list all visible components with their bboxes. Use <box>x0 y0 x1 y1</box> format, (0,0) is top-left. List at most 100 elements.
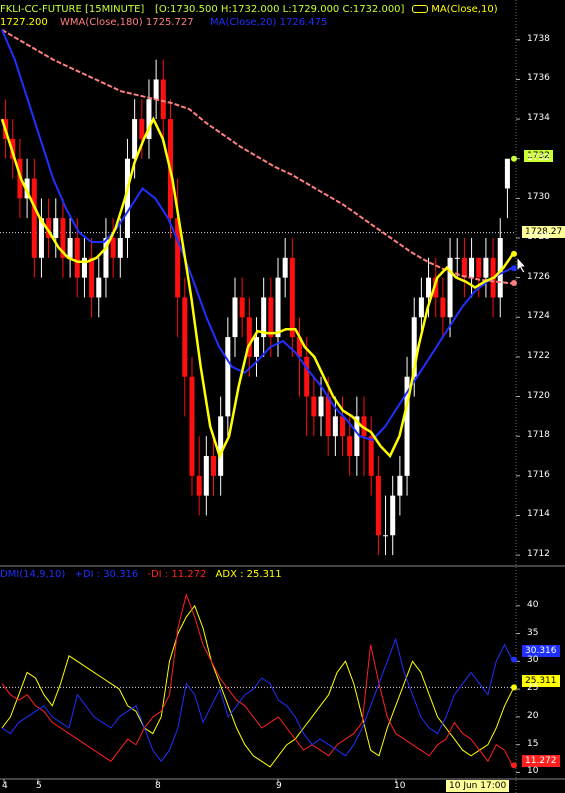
candle-body <box>225 337 231 417</box>
y-tick-label: 1732 <box>527 152 550 163</box>
pdi-end-marker <box>511 656 517 663</box>
candle-body <box>67 238 73 258</box>
wma180-end-marker <box>511 280 517 287</box>
y-tick-label: 1714 <box>527 509 550 520</box>
candle-body <box>390 495 396 536</box>
mdi-end-marker <box>511 762 517 769</box>
candle-body <box>318 396 324 417</box>
dmi-y-tick-label: 25 <box>527 683 539 694</box>
candle-body <box>397 475 403 496</box>
candle-body <box>426 277 432 298</box>
candle-body <box>110 238 116 258</box>
candle-body <box>454 257 460 259</box>
x-tick-label: 5 <box>36 781 42 791</box>
x-tick-label: 10 <box>394 781 406 791</box>
candle-body <box>311 396 317 417</box>
ma20-name: MA(Close,20) <box>210 17 277 28</box>
ma10-swatch-icon <box>412 5 428 13</box>
candle-body <box>340 416 346 437</box>
x-tick-label: 8 <box>155 781 161 791</box>
candle-body <box>368 436 374 476</box>
y-tick-label: 1726 <box>527 271 550 282</box>
ma10-value: 1727.200 <box>0 17 48 28</box>
ohlc-label: [O:1730.500 H:1732.000 L:1729.000 C:1732… <box>155 4 405 15</box>
candle-body <box>239 297 245 318</box>
candle-body <box>447 257 453 318</box>
candle-body <box>153 79 159 100</box>
candle-body <box>483 257 489 278</box>
candle-body <box>203 456 209 496</box>
candle-body <box>96 277 102 298</box>
candle-body <box>332 416 338 437</box>
y-tick-label: 1718 <box>527 430 550 441</box>
candle-body <box>304 356 310 397</box>
y-tick-label: 1722 <box>527 350 550 361</box>
candle-body <box>289 257 295 338</box>
wma180-value: 1725.727 <box>145 17 194 28</box>
candle-body <box>160 79 166 120</box>
ma20-value: 1726.475 <box>279 17 328 28</box>
y-tick-label: 1724 <box>527 311 550 322</box>
candle-body <box>282 257 288 278</box>
y-tick-label: 1712 <box>527 549 550 560</box>
y-tick-label: 1728 <box>527 232 550 242</box>
mdi-line <box>1 593 514 768</box>
candle-body <box>268 297 274 338</box>
ma20-line <box>1 29 514 442</box>
last-price-marker <box>511 155 517 162</box>
ma10-legend: MA(Close,10) <box>412 4 498 16</box>
candle-body <box>74 238 80 278</box>
cursor-time-tag: 10 Jun 17:00 <box>446 780 510 792</box>
y-tick-label: 1716 <box>527 469 550 480</box>
candle-body <box>476 257 482 278</box>
candle-body <box>325 396 331 437</box>
dmi-legend: DMI(14,9,10) +DI : 30.316 -DI : 11.272 A… <box>0 569 282 581</box>
mdi-value-tag: 11.272 <box>522 755 560 767</box>
candle-body <box>196 475 202 496</box>
candle-body <box>232 297 238 338</box>
wma180-name: WMA(Close,180) <box>60 17 143 28</box>
candle-body <box>31 178 37 258</box>
pdi-line <box>1 637 514 763</box>
wma180-legend: WMA(Close,180) 1725.727 <box>60 17 194 29</box>
candle-body <box>182 297 188 377</box>
symbol-label: FKLI-CC-FUTURE [15MINUTE] <box>0 4 145 15</box>
candle-body <box>132 119 138 159</box>
adx-line <box>1 604 514 768</box>
dmi-y-tick-label: 40 <box>527 599 539 610</box>
x-tick-label: 9 <box>276 781 282 791</box>
candle-body <box>53 218 59 238</box>
candle-body <box>440 297 446 318</box>
ma10-name: MA(Close,10) <box>431 4 498 15</box>
y-tick-label: 1720 <box>527 390 550 401</box>
dmi-y-tick-label: 20 <box>527 710 539 721</box>
y-tick-label: 1730 <box>527 192 550 203</box>
dmi-y-tick-label: 15 <box>527 738 539 749</box>
x-tick-label: 4 <box>2 781 8 791</box>
adx-legend: ADX : 25.311 <box>215 569 282 580</box>
pdi-legend: +DI : 30.316 <box>74 569 139 580</box>
candle-body <box>461 257 467 278</box>
dmi-y-tick-label: 30 <box>527 655 539 666</box>
adx-end-marker <box>511 684 517 691</box>
ma20-legend: MA(Close,20) 1726.475 <box>210 17 327 29</box>
candle-body <box>469 257 475 278</box>
candle-body <box>139 119 145 139</box>
candle-body <box>253 337 260 357</box>
candle-body <box>347 436 353 456</box>
candle-body <box>383 535 389 537</box>
y-tick-label: 1736 <box>527 73 550 84</box>
dmi-label: DMI(14,9,10) <box>0 569 66 580</box>
y-tick-label: 1734 <box>527 113 550 124</box>
dmi-y-tick-label: 35 <box>527 627 539 638</box>
candle-body <box>117 238 123 258</box>
candle-body <box>275 277 281 338</box>
candle-body <box>504 158 510 189</box>
candle-body <box>89 257 95 298</box>
candle-body <box>218 416 224 476</box>
y-tick-label: 1738 <box>527 33 550 44</box>
mdi-legend: -DI : 11.272 <box>147 569 207 580</box>
chart-canvas[interactable] <box>0 0 565 793</box>
dmi-y-tick-label: 10 <box>527 766 539 777</box>
candle-body <box>189 376 195 476</box>
